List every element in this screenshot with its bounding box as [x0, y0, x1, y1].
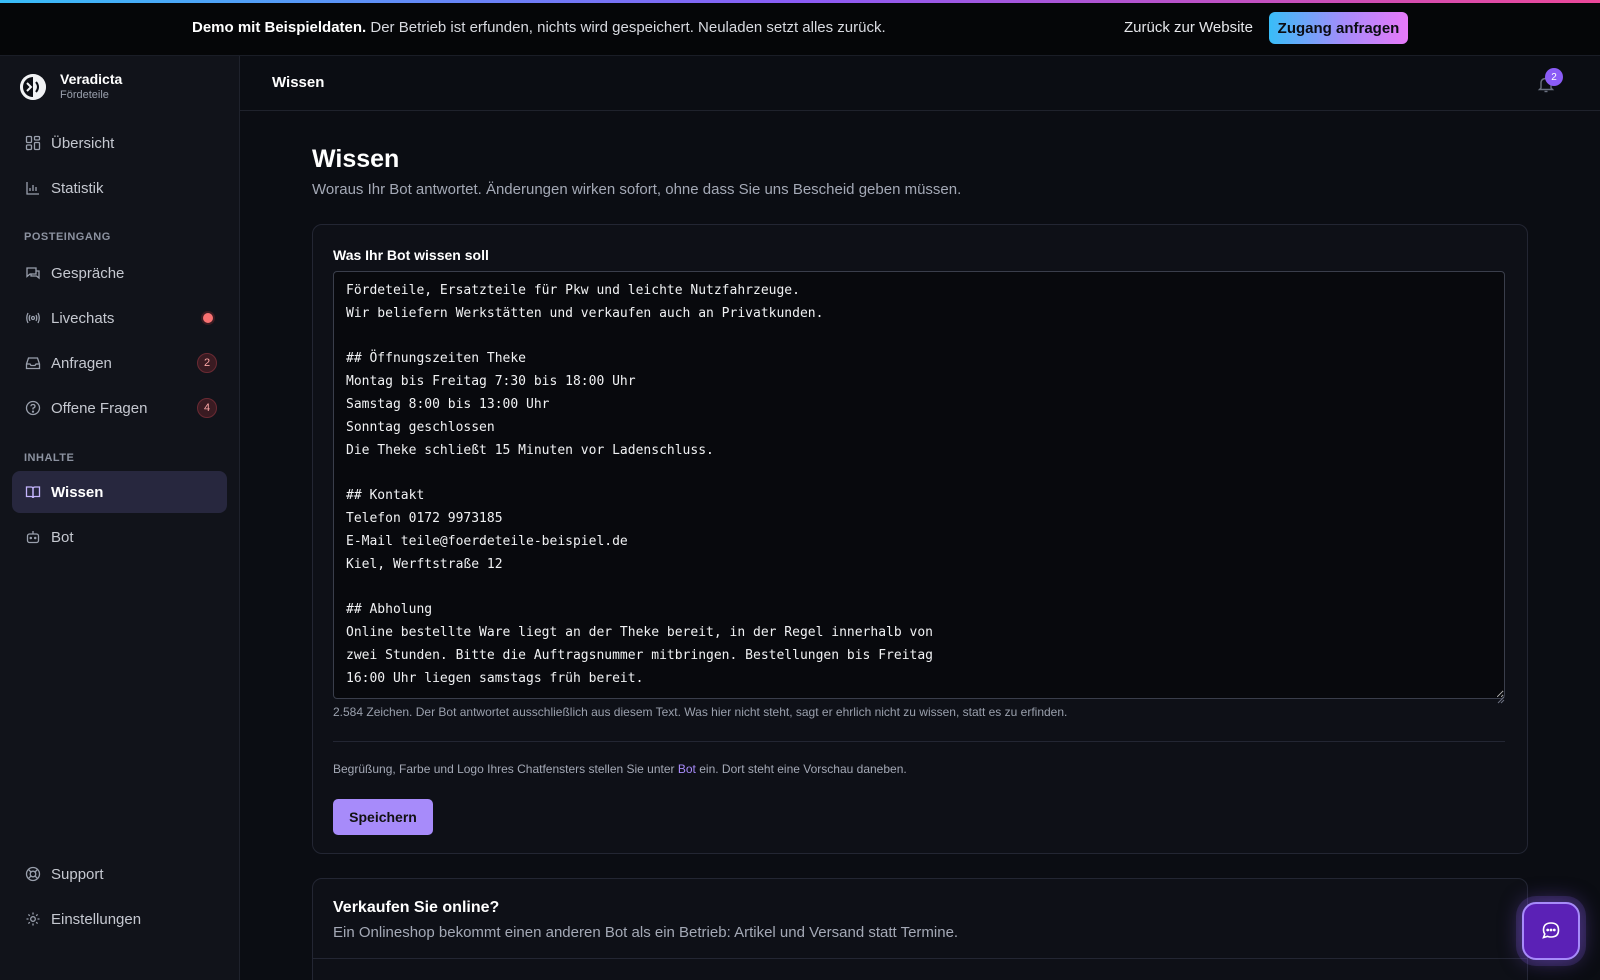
brand-subtitle: Fördeteile: [60, 89, 109, 101]
sidebar-item-label: Bot: [51, 528, 74, 546]
gear-icon: [24, 910, 42, 928]
back-to-website-link[interactable]: Zurück zur Website: [1124, 19, 1253, 36]
hint-text-after: ein. Dort steht eine Vorschau daneben.: [695, 762, 907, 776]
hint-text-before: Begrüßung, Farbe und Logo Ihres Chatfens…: [333, 762, 678, 776]
top-bar: Wissen 2: [240, 56, 1600, 111]
sidebar-item-support[interactable]: Support: [12, 853, 227, 895]
lifebuoy-icon: [24, 865, 42, 883]
brand-logo-icon: [20, 74, 46, 100]
brand[interactable]: Veradicta Fördeteile: [20, 70, 230, 104]
online-shop-card: Verkaufen Sie online? Ein Onlineshop bek…: [312, 878, 1528, 980]
resize-grip-icon[interactable]: [1497, 691, 1505, 704]
sidebar-item-label: Wissen: [51, 483, 104, 501]
chat-icon: [24, 264, 42, 282]
bot-settings-hint: Begrüßung, Farbe und Logo Ihres Chatfens…: [333, 762, 907, 776]
book-icon: [24, 483, 42, 501]
card-divider: [313, 958, 1527, 959]
sidebar-item-einstellungen[interactable]: Einstellungen: [12, 898, 227, 940]
count-badge: 2: [197, 353, 217, 373]
demo-banner: Demo mit Beispieldaten. Der Betrieb ist …: [0, 3, 1600, 56]
sidebar-item-statistik[interactable]: Statistik: [12, 167, 227, 209]
demo-banner-message: Der Betrieb ist erfunden, nichts wird ge…: [366, 19, 886, 36]
online-shop-title: Verkaufen Sie online?: [333, 899, 500, 916]
sidebar-item-offene-fragen[interactable]: Offene Fragen 4: [12, 387, 227, 429]
sidebar-item-label: Statistik: [51, 179, 104, 197]
section-heading-inhalte: INHALTE: [24, 452, 75, 464]
notification-count-badge: 2: [1545, 68, 1563, 86]
page-subtitle: Woraus Ihr Bot antwortet. Änderungen wir…: [312, 181, 962, 198]
sidebar-item-wissen[interactable]: Wissen: [12, 471, 227, 513]
sidebar-item-gespraeche[interactable]: Gespräche: [12, 252, 227, 294]
demo-banner-text: Demo mit Beispieldaten. Der Betrieb ist …: [192, 19, 886, 36]
breadcrumb-title: Wissen: [272, 74, 325, 91]
sidebar-item-label: Offene Fragen: [51, 399, 148, 417]
count-badge: 4: [197, 398, 217, 418]
knowledge-card: Was Ihr Bot wissen soll Fördeteile, Ersa…: [312, 224, 1528, 854]
bot-settings-link[interactable]: Bot: [678, 762, 696, 776]
live-status-dot: [203, 313, 213, 323]
inbox-icon: [24, 354, 42, 372]
sidebar-item-label: Livechats: [51, 309, 115, 327]
sidebar-item-label: Übersicht: [51, 134, 115, 152]
page-title: Wissen: [312, 145, 400, 173]
sidebar-item-bot[interactable]: Bot: [12, 516, 227, 558]
broadcast-icon: [24, 309, 42, 327]
card-divider: [333, 741, 1505, 742]
request-access-button[interactable]: Zugang anfragen: [1269, 12, 1408, 44]
knowledge-field-label: Was Ihr Bot wissen soll: [333, 247, 489, 263]
sidebar: Veradicta Fördeteile Übersicht Statistik…: [0, 56, 240, 980]
sidebar-item-label: Anfragen: [51, 354, 112, 372]
sidebar-item-label: Gespräche: [51, 264, 125, 282]
save-button[interactable]: Speichern: [333, 799, 433, 835]
sidebar-item-uebersicht[interactable]: Übersicht: [12, 122, 227, 164]
chat-launcher-button[interactable]: [1522, 902, 1580, 960]
brand-name: Veradicta: [60, 71, 123, 87]
grid-icon: [24, 134, 42, 152]
online-shop-subtitle: Ein Onlineshop bekommt einen anderen Bot…: [333, 924, 959, 941]
sidebar-item-label: Einstellungen: [51, 910, 142, 928]
demo-banner-bold: Demo mit Beispieldaten.: [192, 19, 367, 36]
sidebar-item-anfragen[interactable]: Anfragen 2: [12, 342, 227, 384]
help-circle-icon: [24, 399, 42, 417]
sidebar-item-label: Support: [51, 865, 104, 883]
knowledge-textarea[interactable]: Fördeteile, Ersatzteile für Pkw und leic…: [333, 271, 1505, 699]
character-count-info: 2.584 Zeichen. Der Bot antwortet ausschl…: [333, 705, 1068, 719]
sidebar-item-livechats[interactable]: Livechats: [12, 297, 227, 339]
chat-bubble-icon: [1542, 922, 1560, 939]
bar-chart-icon: [24, 179, 42, 197]
section-heading-posteingang: POSTEINGANG: [24, 231, 111, 243]
bot-icon: [24, 528, 42, 546]
